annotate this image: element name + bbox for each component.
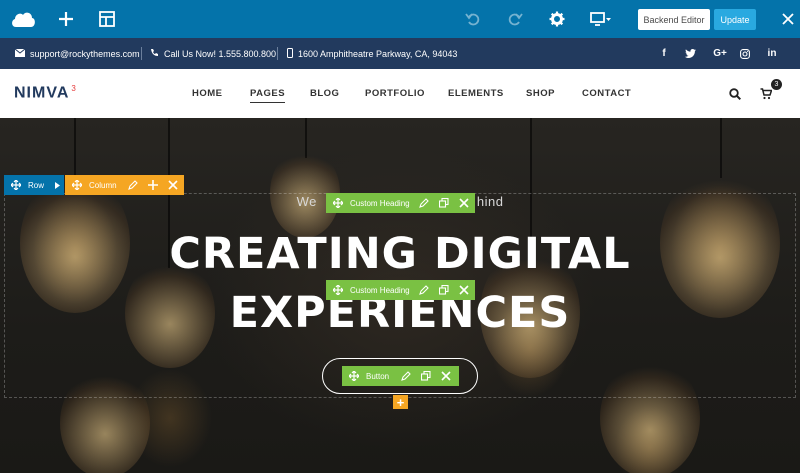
add-element-icon[interactable] <box>54 0 78 38</box>
layout-icon[interactable] <box>95 0 119 38</box>
nav-item-shop[interactable]: SHOP <box>526 88 555 99</box>
custom-heading-control[interactable]: Custom Heading <box>326 193 475 213</box>
clone-icon[interactable] <box>437 193 451 213</box>
close-icon[interactable] <box>166 175 180 195</box>
pencil-icon[interactable] <box>399 366 413 386</box>
responsive-preview-icon[interactable] <box>588 0 614 38</box>
custom-heading-control[interactable]: Custom Heading <box>326 280 475 300</box>
row-label: Row <box>28 180 45 190</box>
close-icon[interactable] <box>439 366 453 386</box>
main-navigation: NIMVA 3 HOME PAGES BLOG PORTFOLIO ELEMENT… <box>0 69 800 118</box>
logo-text: NIMVA <box>14 84 70 102</box>
button-control[interactable]: Button <box>342 366 459 386</box>
custom-heading-label: Custom Heading <box>350 285 410 295</box>
column-control[interactable]: Column <box>65 175 184 195</box>
close-icon[interactable] <box>457 280 471 300</box>
gear-icon[interactable] <box>546 0 568 38</box>
move-icon[interactable] <box>346 366 362 386</box>
instagram-icon[interactable] <box>738 38 752 69</box>
subheading-start: We <box>296 194 317 209</box>
plus-icon[interactable] <box>146 175 160 195</box>
button-label: Button <box>366 371 390 381</box>
bulb-wire <box>74 118 76 178</box>
google-plus-link[interactable]: G+ <box>709 38 731 69</box>
social-icons: G+ in <box>0 38 800 69</box>
redo-icon[interactable] <box>504 0 526 38</box>
backend-editor-button[interactable]: Backend Editor <box>638 9 710 30</box>
nav-item-blog[interactable]: BLOG <box>310 88 339 99</box>
move-icon[interactable] <box>330 193 346 213</box>
move-icon[interactable] <box>8 175 24 195</box>
subheading-end: hind <box>476 194 504 209</box>
pencil-icon[interactable] <box>417 280 431 300</box>
move-icon[interactable] <box>330 280 346 300</box>
nav-item-elements[interactable]: ELEMENTS <box>448 88 504 99</box>
pencil-icon[interactable] <box>417 193 431 213</box>
update-button[interactable]: Update <box>714 9 756 30</box>
nav-item-home[interactable]: HOME <box>192 88 223 99</box>
undo-icon[interactable] <box>462 0 484 38</box>
cart-icon[interactable] <box>760 87 773 105</box>
linkedin-icon[interactable]: in <box>765 38 779 69</box>
hero-title-line-1[interactable]: CREATING DIGITAL <box>0 233 800 276</box>
logo[interactable]: NIMVA 3 <box>14 84 77 102</box>
clone-icon[interactable] <box>437 280 451 300</box>
nav-item-contact[interactable]: CONTACT <box>582 88 631 99</box>
cloud-icon[interactable] <box>8 0 38 38</box>
search-icon[interactable] <box>729 87 742 105</box>
clone-icon[interactable] <box>419 366 433 386</box>
pencil-icon[interactable] <box>126 175 140 195</box>
custom-heading-label: Custom Heading <box>350 198 410 208</box>
nav-item-portfolio[interactable]: PORTFOLIO <box>365 88 425 99</box>
move-icon[interactable] <box>69 175 85 195</box>
editor-toolbar: Backend Editor Update <box>0 0 800 38</box>
close-icon[interactable] <box>778 0 798 38</box>
logo-version: 3 <box>71 84 77 93</box>
nav-item-pages[interactable]: PAGES <box>250 88 286 103</box>
close-icon[interactable] <box>457 193 471 213</box>
row-control[interactable]: Row <box>4 175 64 195</box>
caret-right-icon[interactable] <box>55 175 60 195</box>
add-element-button[interactable]: + <box>393 395 408 409</box>
column-label: Column <box>89 180 117 190</box>
cart-count-badge: 3 <box>771 79 782 90</box>
